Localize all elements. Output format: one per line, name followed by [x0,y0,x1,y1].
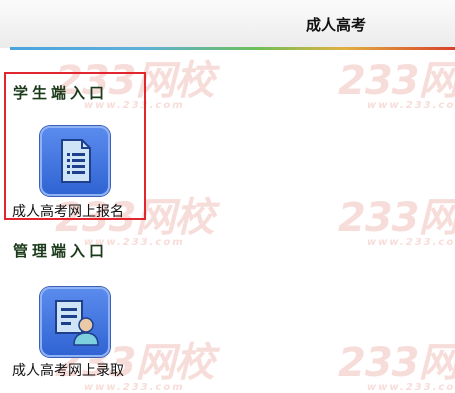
top-bar: 成人高考 [0,0,455,48]
online-registration-link[interactable]: 成人高考网上报名 [12,201,124,221]
document-list-icon[interactable] [40,126,110,196]
watermark-logo: 233网校www.233.com [338,195,455,248]
online-admission-link[interactable]: 成人高考网上录取 [12,360,124,380]
page-title: 成人高考 [306,16,367,34]
admin-section-heading: 管理端入口 [13,242,109,260]
watermark-logo: 233网校www.233.com [338,58,455,111]
watermark-logo: 233网校www.233.com [338,340,455,393]
admin-user-icon[interactable] [40,287,110,357]
